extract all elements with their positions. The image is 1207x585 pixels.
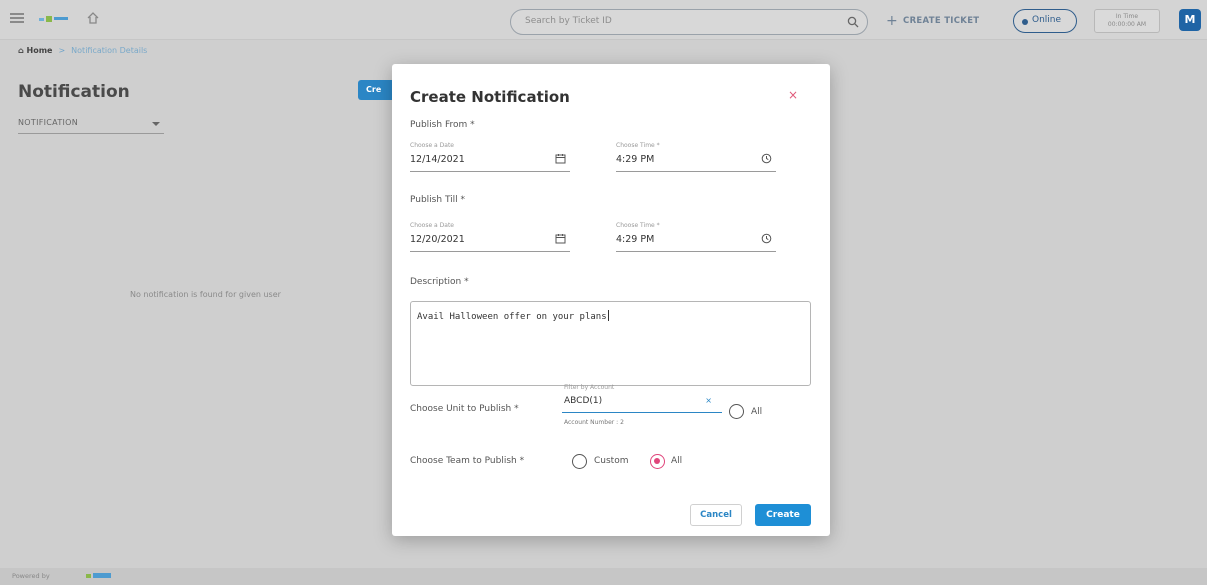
powered-by-text: Powered by [12,572,50,580]
publish-from-date-field[interactable]: Choose a Date 12/14/2021 [410,142,570,172]
description-label: Description * [410,277,469,287]
online-dot-icon [1022,19,1028,25]
breadcrumb: ⌂ Home > Notification Details [18,46,147,55]
brand-logo[interactable] [38,12,70,26]
time-value: 4:29 PM [616,154,655,165]
page-title: Notification [18,82,130,102]
empty-message: No notification is found for given user [130,290,281,299]
date-caption: Choose a Date [410,142,454,149]
unit-all-label: All [751,407,763,417]
create-ticket-label: CREATE TICKET [903,16,980,26]
publish-till-date-field[interactable]: Choose a Date 12/20/2021 [410,222,570,252]
footer: Powered by [0,568,1207,585]
publish-till-time-field[interactable]: Choose Time * 4:29 PM [616,222,776,252]
time-value: 4:29 PM [616,234,655,245]
description-text: Avail Halloween offer on your plans [417,310,609,322]
home-icon[interactable] [86,11,100,25]
avatar[interactable]: M [1179,9,1201,31]
account-number-text: Account Number : 2 [564,419,624,426]
publish-from-time-field[interactable]: Choose Time * 4:29 PM [616,142,776,172]
time-caption: Choose Time * [616,142,660,149]
in-time-value: 00:00:00 AM [1107,21,1147,28]
chevron-down-icon [152,122,160,126]
top-bar: Search by Ticket ID + CREATE TICKET Onlin… [0,0,1207,40]
time-caption: Choose Time * [616,222,660,229]
breadcrumb-separator: > [58,46,66,55]
publish-from-label: Publish From * [410,120,475,130]
calendar-icon[interactable] [555,233,566,244]
clock-icon[interactable] [761,233,772,244]
modal-title: Create Notification [410,88,570,106]
menu-icon[interactable] [10,13,24,23]
team-custom-radio[interactable] [572,454,587,469]
clear-icon[interactable]: × [705,396,712,405]
close-icon[interactable]: × [788,88,798,102]
create-notification-modal: Create Notification × Publish From * Cho… [392,64,830,536]
choose-team-label: Choose Team to Publish * [410,456,525,466]
select-value: NOTIFICATION [18,118,79,127]
clock-icon[interactable] [761,153,772,164]
breadcrumb-current: Notification Details [71,46,148,55]
date-caption: Choose a Date [410,222,454,229]
date-value: 12/14/2021 [410,154,465,165]
notification-type-select[interactable]: NOTIFICATION [18,114,164,134]
in-time-label: In Time [1115,13,1139,20]
description-textarea[interactable]: Avail Halloween offer on your plans [410,301,811,386]
unit-value: ABCD(1) [564,396,603,406]
publish-till-label: Publish Till * [410,195,466,205]
team-all-label: All [671,456,683,466]
unit-caption: Filter by Account [564,384,615,391]
plus-icon: + [886,13,899,29]
team-all-radio[interactable] [650,454,665,469]
unit-autocomplete-input[interactable]: Filter by Account ABCD(1) × [562,384,722,413]
create-button[interactable]: Create [755,504,811,526]
breadcrumb-home[interactable]: ⌂ Home [18,46,52,55]
online-label: Online [1032,15,1062,25]
cancel-button[interactable]: Cancel [690,504,742,526]
search-placeholder: Search by Ticket ID [525,16,612,26]
search-input[interactable]: Search by Ticket ID [510,9,868,35]
calendar-icon[interactable] [555,153,566,164]
team-custom-label: Custom [594,456,629,466]
search-icon[interactable] [847,16,859,28]
date-value: 12/20/2021 [410,234,465,245]
in-time-box[interactable]: In Time 00:00:00 AM [1094,9,1160,33]
online-status-toggle[interactable]: Online [1013,9,1077,33]
create-ticket-button[interactable]: + CREATE TICKET [886,13,979,29]
choose-unit-label: Choose Unit to Publish * [410,404,519,414]
unit-all-radio[interactable] [729,404,744,419]
footer-logo [86,573,111,578]
